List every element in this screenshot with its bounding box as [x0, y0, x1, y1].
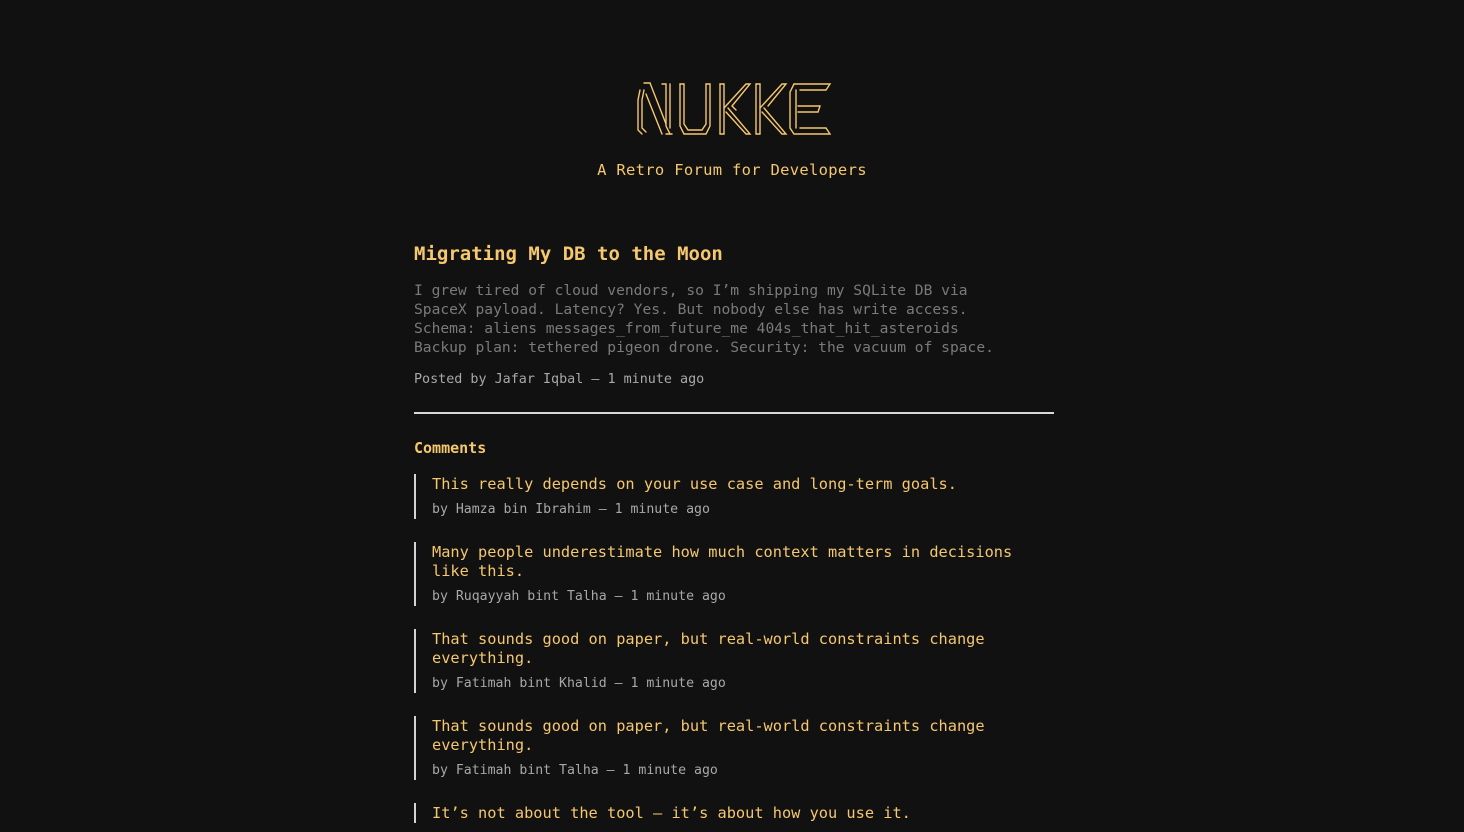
comment-item: This really depends on your use case and…	[414, 474, 1054, 519]
section-divider	[414, 412, 1054, 414]
site-logo[interactable]	[636, 80, 832, 138]
comment-item: It’s not about the tool — it’s about how…	[414, 803, 1054, 823]
comments-heading: Comments	[414, 439, 487, 457]
comment-text: That sounds good on paper, but real-worl…	[432, 717, 985, 754]
post-body: I grew tired of cloud vendors, so I’m sh…	[414, 282, 994, 356]
comment-meta: by Fatimah bint Talha — 1 minute ago	[432, 763, 718, 778]
comment-item: That sounds good on paper, but real-worl…	[414, 629, 1054, 693]
comment-text: That sounds good on paper, but real-worl…	[432, 630, 985, 667]
comment-text: This really depends on your use case and…	[432, 475, 957, 493]
post-title[interactable]: Migrating My DB to the Moon	[414, 240, 1054, 268]
comment-text: It’s not about the tool — it’s about how…	[432, 804, 911, 822]
ascii-logo-icon	[637, 82, 832, 135]
comment-item: That sounds good on paper, but real-worl…	[414, 716, 1054, 780]
comment-item: Many people underestimate how much conte…	[414, 542, 1054, 606]
comment-meta: by Fatimah bint Khalid — 1 minute ago	[432, 676, 726, 691]
forum-page: A Retro Forum for Developers Migrating M…	[0, 0, 1464, 832]
comment-meta: by Ruqayyah bint Talha — 1 minute ago	[432, 589, 726, 604]
comment-list: This really depends on your use case and…	[414, 474, 1054, 823]
post-meta: Posted by Jafar Iqbal — 1 minute ago	[414, 372, 705, 387]
post-container: Migrating My DB to the Moon I grew tired…	[414, 240, 1054, 832]
comment-meta: by Hamza bin Ibrahim — 1 minute ago	[432, 502, 710, 517]
site-tagline: A Retro Forum for Developers	[597, 161, 867, 179]
comment-text: Many people underestimate how much conte…	[432, 543, 1013, 580]
